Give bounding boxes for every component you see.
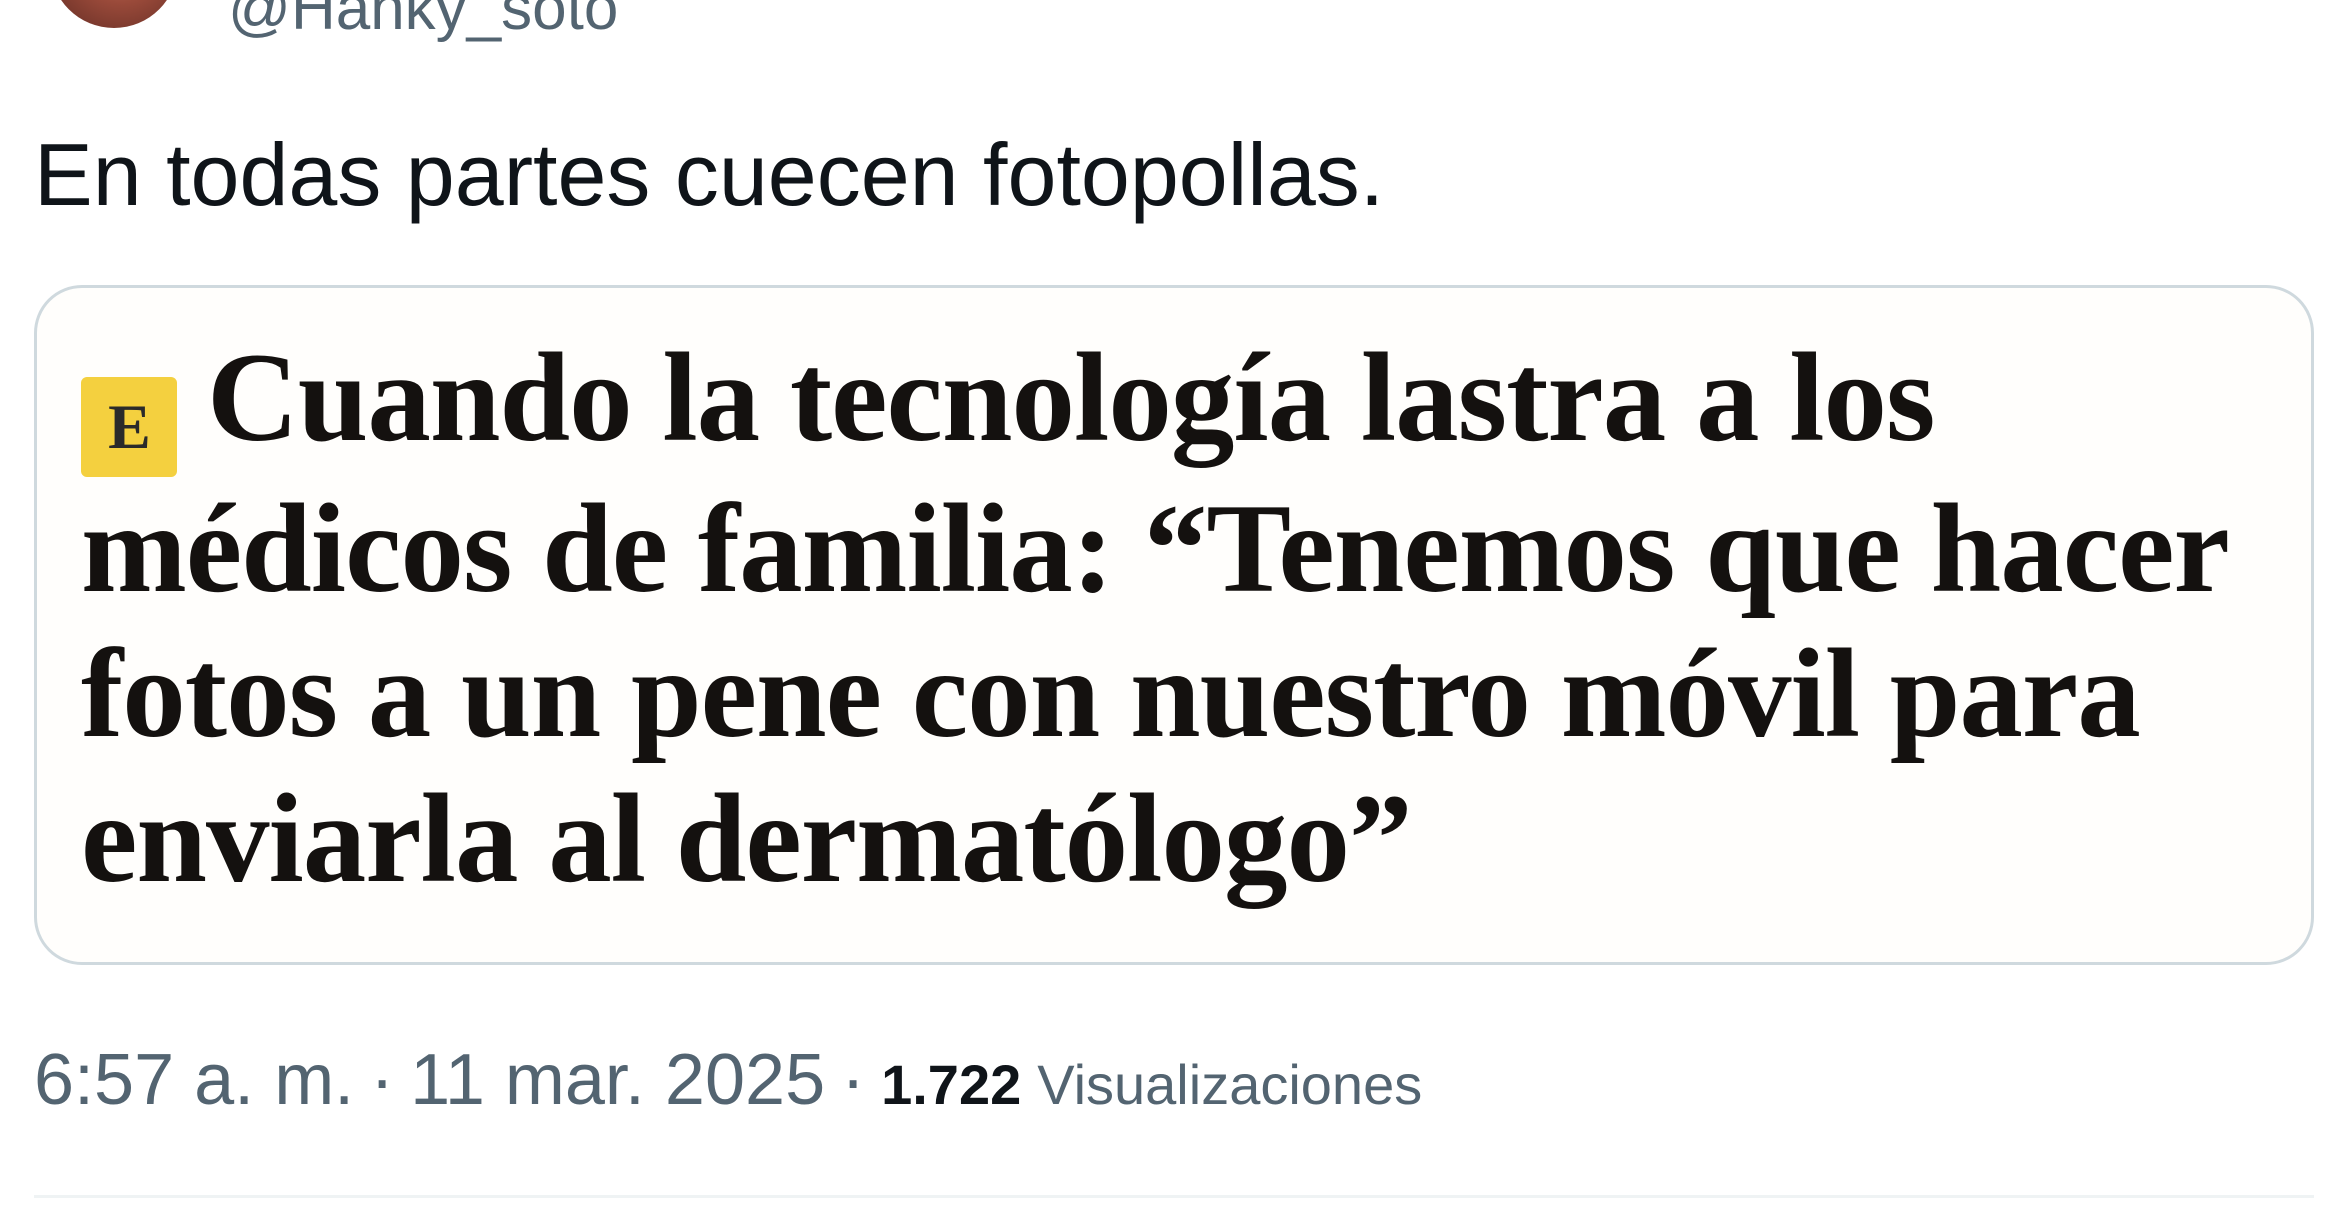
newspaper-logo-icon: E <box>81 377 177 477</box>
article-headline: E Cuando la tecnología lastra a los médic… <box>81 326 2281 912</box>
avatar[interactable] <box>50 0 178 28</box>
tweet-time[interactable]: 6:57 a. m. <box>34 1040 354 1120</box>
meta-separator: · <box>370 1040 395 1120</box>
media-card[interactable]: E Cuando la tecnología lastra a los médic… <box>34 285 2314 965</box>
author-handle[interactable]: @Hanky_soto <box>228 0 618 40</box>
views-label: Visualizaciones <box>1037 1053 1423 1116</box>
tweet-meta: 6:57 a. m. · 11 mar. 2025 · 1.722 Visualizaci… <box>34 1040 1422 1120</box>
headline-text: Cuando la tecnología lastra a los médico… <box>81 328 2228 909</box>
divider <box>34 1195 2314 1198</box>
tweet-date[interactable]: 11 mar. 2025 <box>410 1040 825 1120</box>
tweet-text: En todas partes cuecen fotopollas. <box>34 125 1385 224</box>
tweet: @Hanky_soto En todas partes cuecen fotop… <box>0 0 2350 1230</box>
views-count: 1.722 <box>881 1053 1022 1116</box>
meta-separator: · <box>841 1040 866 1120</box>
